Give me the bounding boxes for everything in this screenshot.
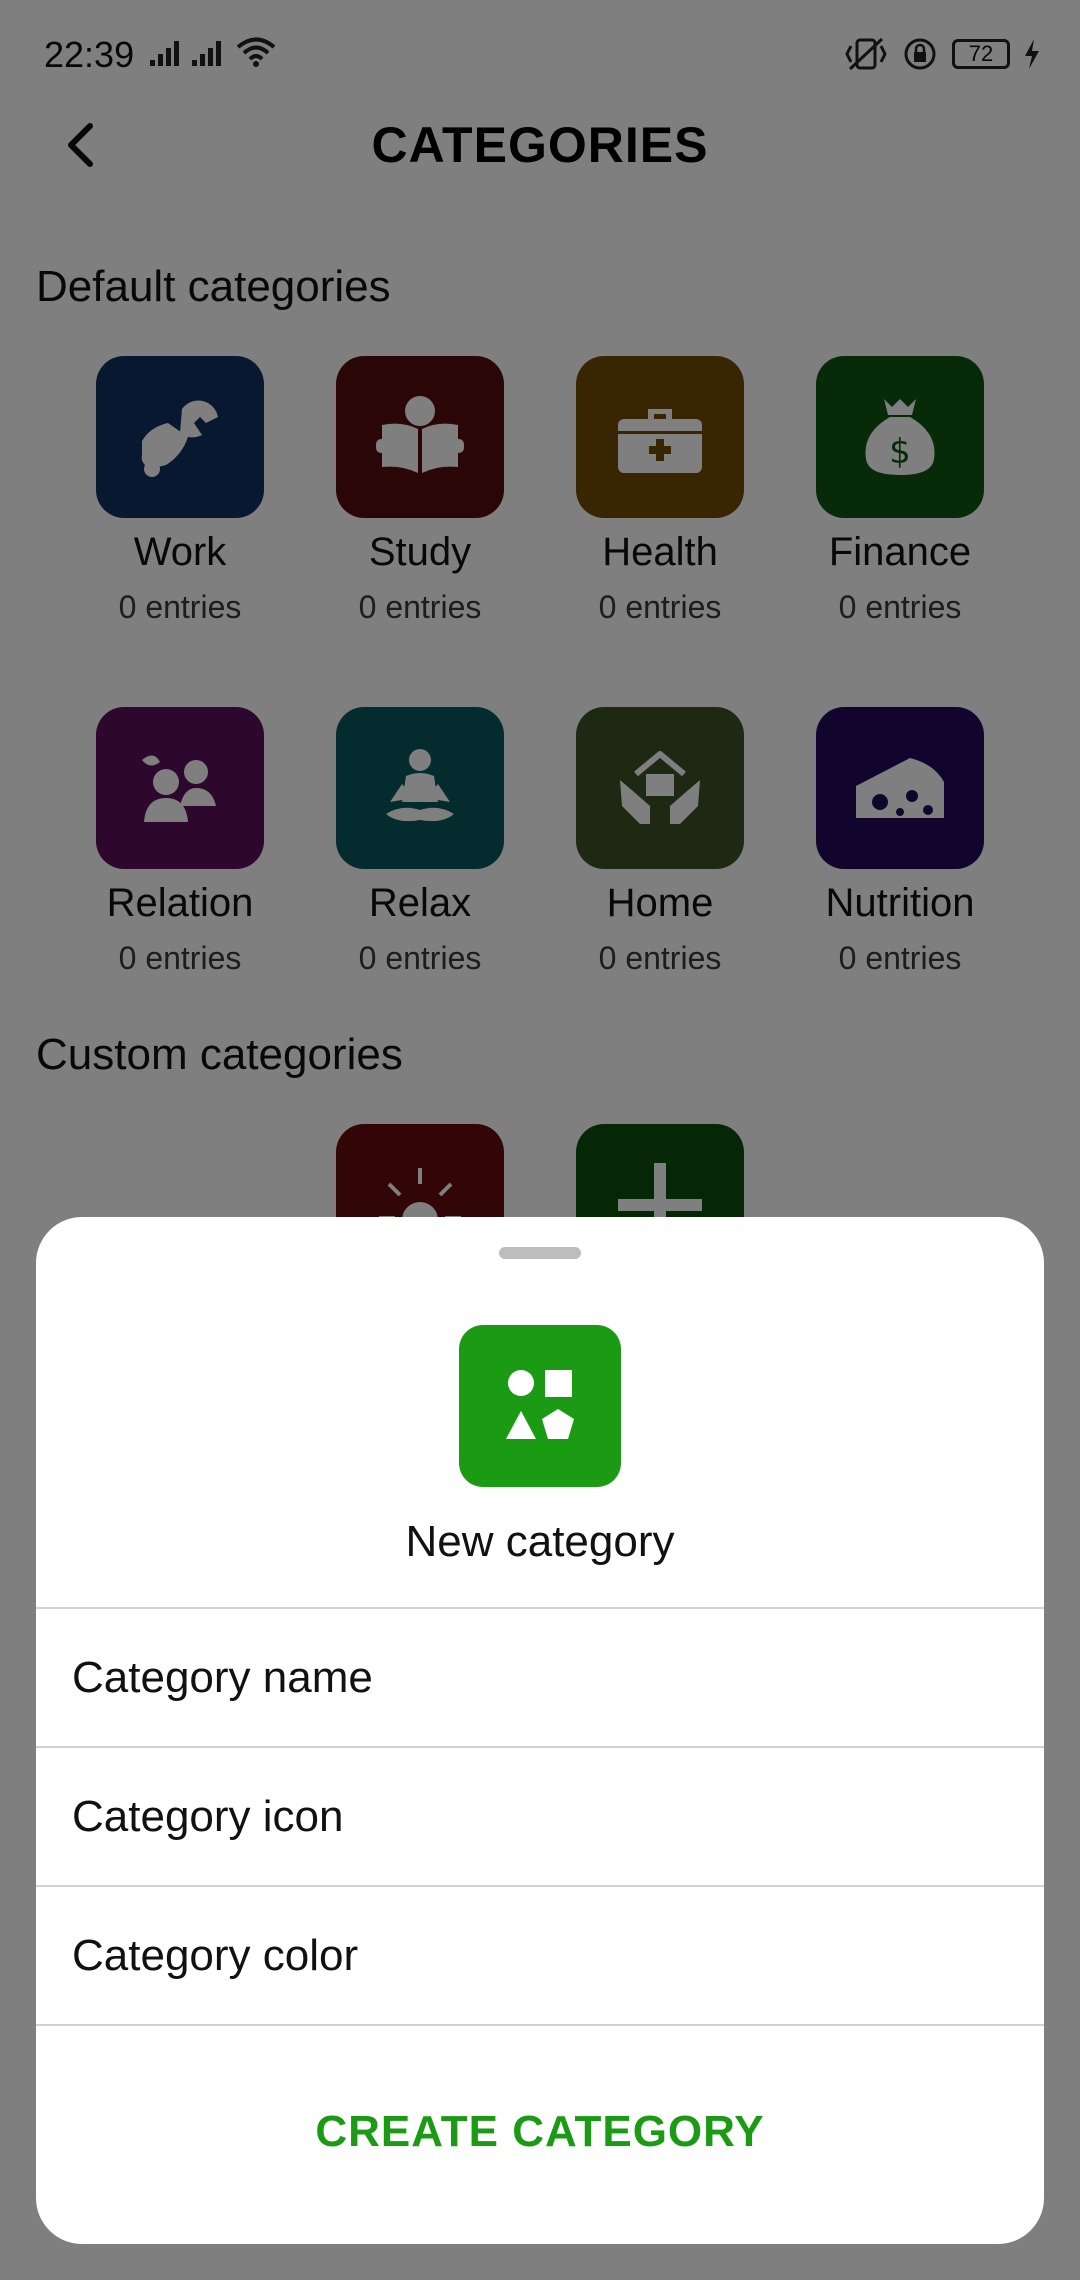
category-name-field[interactable]: Category name: [36, 1607, 1044, 1747]
shapes-icon: [506, 1370, 574, 1439]
drag-handle[interactable]: [499, 1247, 581, 1259]
category-color-field[interactable]: Category color: [36, 1885, 1044, 2025]
divider: [36, 2024, 1044, 2026]
category-icon-field[interactable]: Category icon: [36, 1746, 1044, 1886]
new-category-preview: [459, 1325, 621, 1487]
create-category-button[interactable]: CREATE CATEGORY: [36, 2087, 1044, 2177]
new-category-sheet: New category Category name Category icon…: [36, 1217, 1044, 2244]
sheet-title: New category: [405, 1517, 675, 1566]
